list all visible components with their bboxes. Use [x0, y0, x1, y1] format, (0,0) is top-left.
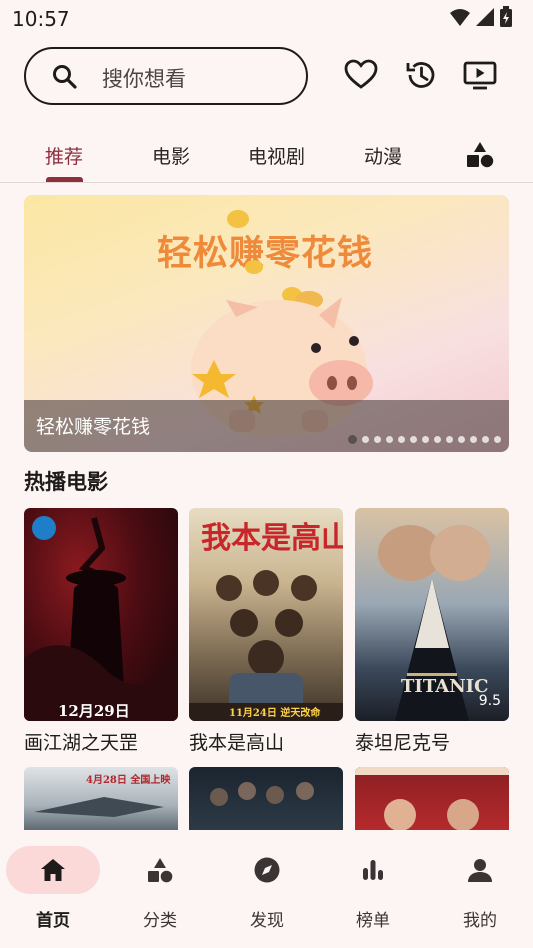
- nav-label: 发现: [250, 911, 284, 931]
- tab-recommend[interactable]: 推荐: [45, 142, 83, 169]
- poster-artwork: 我本是高山: [189, 521, 343, 721]
- banner-pagination: [348, 435, 501, 444]
- poster-release-text: 11月24日 逆天改命: [229, 708, 321, 719]
- pagination-dot[interactable]: [348, 435, 357, 444]
- nav-category[interactable]: 分类: [113, 846, 207, 936]
- person-icon: [468, 859, 492, 882]
- tab-tv-series[interactable]: 电视剧: [248, 142, 305, 169]
- pagination-dot[interactable]: [386, 436, 393, 443]
- pagination-dot[interactable]: [494, 436, 501, 443]
- nav-home[interactable]: 首页: [6, 846, 100, 936]
- nav-label: 分类: [143, 911, 177, 931]
- movie-poster-partial[interactable]: [189, 767, 343, 830]
- wifi-icon: [450, 9, 470, 26]
- movie-card[interactable]: TITANIC 9.5 泰坦尼克号: [355, 508, 509, 754]
- hot-movies-title: 热播电影: [24, 470, 108, 494]
- movie-card[interactable]: 12月29日 画江湖之天罡: [24, 508, 178, 754]
- movie-title[interactable]: 画江湖之天罡: [24, 728, 138, 755]
- search-bar[interactable]: 搜你想看: [24, 47, 308, 105]
- pagination-dot[interactable]: [482, 436, 489, 443]
- nav-ranking[interactable]: 榜单: [326, 846, 420, 936]
- chart-icon: [363, 860, 383, 880]
- pagination-dot[interactable]: [458, 436, 465, 443]
- compass-icon: [254, 857, 280, 883]
- svg-text:我本是高山: 我本是高山: [201, 521, 343, 556]
- nav-profile[interactable]: 我的: [433, 846, 527, 936]
- banner-caption: 轻松赚零花钱: [36, 416, 151, 438]
- nav-label: 首页: [36, 911, 70, 931]
- movie-poster-partial[interactable]: 4月28日 全国上映: [24, 767, 178, 830]
- pagination-dot[interactable]: [434, 436, 441, 443]
- pagination-dot[interactable]: [446, 436, 453, 443]
- pagination-dot[interactable]: [470, 436, 477, 443]
- bottom-navigation: 首页 分类 发现 榜单 我的: [0, 830, 533, 948]
- movie-poster[interactable]: TITANIC 9.5: [355, 508, 509, 721]
- poster-release-text: 4月28日 全国上映: [86, 775, 171, 786]
- status-time: 10:57: [12, 7, 70, 31]
- search-placeholder: 搜你想看: [102, 67, 186, 91]
- poster-title-text: TITANIC: [401, 676, 489, 697]
- nav-label: 我的: [463, 911, 497, 931]
- movie-poster[interactable]: 12月29日: [24, 508, 178, 721]
- movie-rating: 9.5: [478, 693, 501, 709]
- cast-screen-icon[interactable]: [463, 58, 497, 92]
- status-bar: 10:57: [0, 0, 533, 38]
- system-icons: [449, 6, 513, 28]
- favorite-icon[interactable]: [344, 58, 378, 92]
- home-icon: [41, 859, 65, 881]
- poster-date-text: 12月29日: [58, 702, 130, 720]
- pagination-dot[interactable]: [398, 436, 405, 443]
- signal-icon: [476, 8, 494, 26]
- movie-title[interactable]: 泰坦尼克号: [355, 728, 450, 755]
- promo-banner[interactable]: 轻松赚零花钱 轻松赚零花钱: [24, 195, 509, 452]
- pagination-dot[interactable]: [374, 436, 381, 443]
- battery-icon: [500, 6, 512, 27]
- tab-movies[interactable]: 电影: [152, 142, 190, 169]
- more-categories-icon[interactable]: [466, 141, 494, 169]
- pagination-dot[interactable]: [422, 436, 429, 443]
- poster-artwork: [210, 782, 314, 806]
- active-tab-indicator: [46, 177, 83, 182]
- poster-artwork: [24, 516, 178, 721]
- category-icon: [148, 858, 173, 883]
- search-icon: [53, 65, 77, 89]
- tab-anime[interactable]: 动漫: [364, 142, 402, 169]
- pagination-dot[interactable]: [362, 436, 369, 443]
- nav-discover[interactable]: 发现: [220, 846, 314, 936]
- movie-poster[interactable]: 我本是高山 11月24日 逆天改命: [189, 508, 343, 721]
- movie-poster-partial[interactable]: [355, 767, 509, 830]
- pagination-dot[interactable]: [410, 436, 417, 443]
- history-icon[interactable]: [404, 58, 438, 92]
- nav-label: 榜单: [356, 911, 390, 931]
- movie-title[interactable]: 我本是高山: [189, 728, 284, 755]
- movie-card[interactable]: 我本是高山 11月24日 逆天改命 我本是高山: [189, 508, 343, 754]
- poster-artwork: [355, 767, 509, 830]
- category-tabs: 推荐 电影 电视剧 动漫: [0, 128, 533, 183]
